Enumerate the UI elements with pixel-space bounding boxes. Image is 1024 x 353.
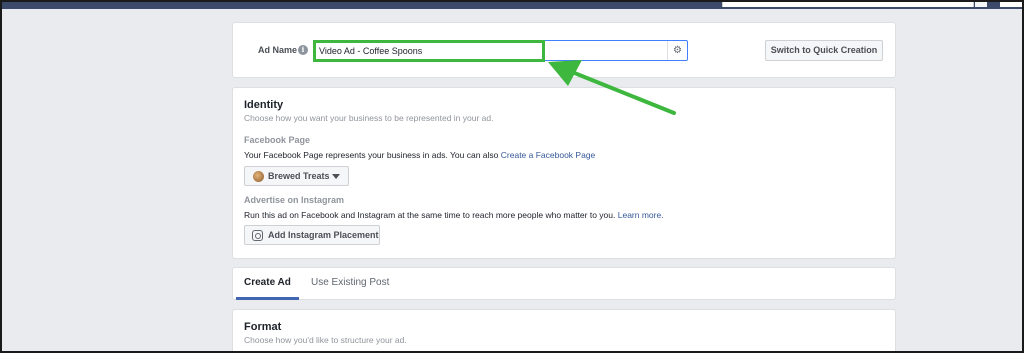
format-title: Format	[244, 321, 282, 333]
top-right-control[interactable]	[1000, 0, 1022, 7]
instagram-description-text: Run this ad on Facebook and Instagram at…	[244, 210, 616, 220]
top-search-button[interactable]	[975, 0, 987, 7]
page-avatar	[253, 171, 264, 182]
facebook-page-description-text: Your Facebook Page represents your busin…	[244, 150, 499, 160]
ad-name-card: Ad Name i ⚙ Switch to Quick Creation	[232, 22, 896, 78]
active-tab-indicator	[236, 297, 299, 300]
gear-icon[interactable]: ⚙	[667, 41, 687, 60]
format-subtitle: Choose how you'd like to structure your …	[244, 335, 407, 345]
create-facebook-page-link[interactable]: Create a Facebook Page	[501, 150, 596, 160]
identity-subtitle: Choose how you want your business to be …	[244, 113, 494, 123]
top-search-field[interactable]	[722, 0, 974, 7]
format-card: Format Choose how you'd like to structur…	[232, 309, 896, 353]
switch-to-quick-creation-button[interactable]: Switch to Quick Creation	[765, 40, 883, 61]
tab-create-ad[interactable]: Create Ad	[244, 277, 291, 288]
instagram-description: Run this ad on Facebook and Instagram at…	[244, 210, 664, 220]
ad-name-input[interactable]	[319, 43, 659, 58]
tab-use-existing-post[interactable]: Use Existing Post	[311, 277, 389, 288]
add-instagram-placement-button[interactable]: Add Instagram Placement	[244, 225, 380, 245]
instagram-heading: Advertise on Instagram	[244, 195, 345, 205]
facebook-page-heading: Facebook Page	[244, 135, 311, 145]
ad-tabs-card: Create Ad Use Existing Post	[232, 267, 896, 300]
caret-down-icon	[332, 174, 340, 179]
learn-more-link[interactable]: Learn more.	[618, 210, 664, 220]
facebook-page-selector[interactable]: Brewed Treats	[244, 166, 349, 186]
top-navigation-bar	[0, 0, 1024, 9]
ad-name-field[interactable]: ⚙	[314, 40, 688, 61]
identity-card: Identity Choose how you want your busine…	[232, 87, 896, 259]
add-instagram-placement-label: Add Instagram Placement	[268, 230, 379, 240]
selected-page-label: Brewed Treats	[268, 171, 330, 181]
ad-name-label: Ad Name	[258, 45, 298, 55]
instagram-icon	[252, 230, 263, 241]
facebook-page-description: Your Facebook Page represents your busin…	[244, 150, 595, 160]
identity-title: Identity	[244, 99, 284, 111]
info-icon[interactable]: i	[298, 45, 308, 55]
